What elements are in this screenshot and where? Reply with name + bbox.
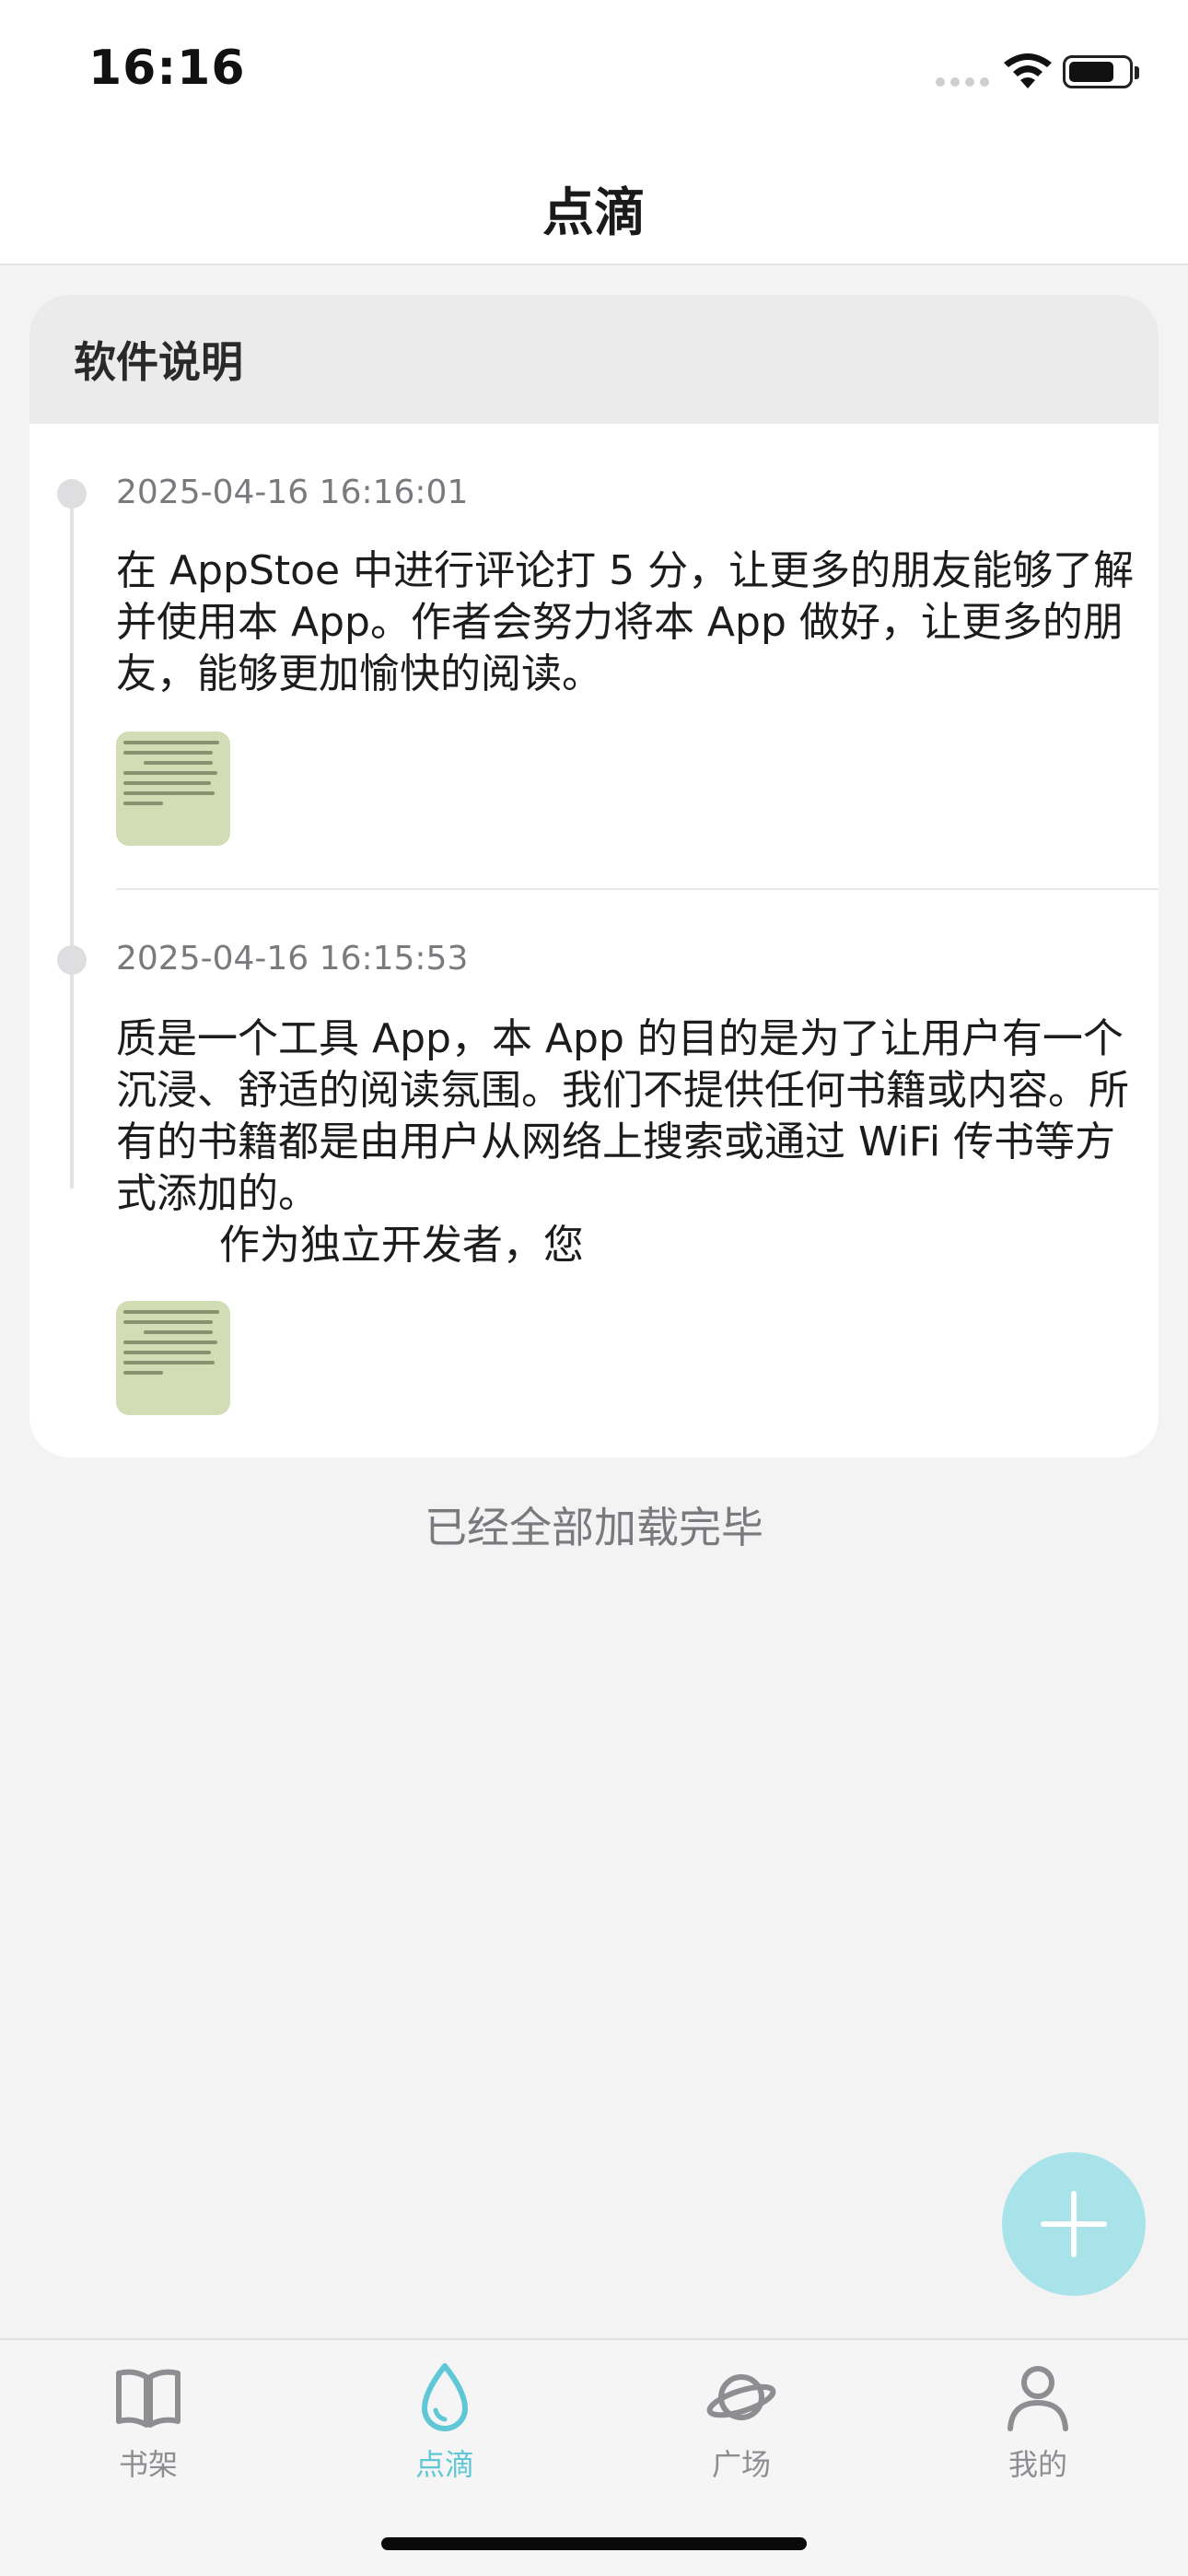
tab-square[interactable]: 广场 bbox=[668, 2360, 815, 2484]
tab-bookshelf[interactable]: 书架 bbox=[75, 2360, 222, 2484]
battery-icon bbox=[1063, 55, 1139, 88]
entry-thumbnail[interactable] bbox=[116, 732, 230, 846]
planet-icon bbox=[706, 2374, 776, 2420]
load-complete-text: 已经全部加载完毕 bbox=[425, 1503, 763, 1552]
card-header-title: 软件说明 bbox=[74, 337, 243, 387]
tab-label: 点滴 bbox=[414, 2447, 474, 2482]
card-header: 软件说明 bbox=[29, 295, 1159, 424]
entry-thumbnail[interactable] bbox=[116, 1301, 230, 1415]
entry-text: 质是一个工具 App，本 App 的目的是为了让用户有一个沉浸、舒适的阅读氛围。… bbox=[116, 1015, 1129, 1269]
drop-icon bbox=[422, 2363, 468, 2431]
tab-profile[interactable]: 我的 bbox=[964, 2360, 1112, 2484]
add-note-button[interactable] bbox=[1002, 2152, 1146, 2296]
status-bar: 16:16 bbox=[0, 0, 1188, 138]
home-indicator bbox=[381, 2537, 807, 2550]
notes-card: 软件说明 2025-04-16 16:16:01 在 AppStoe 中进行评论… bbox=[29, 295, 1159, 1458]
entry-timestamp: 2025-04-16 16:16:01 bbox=[116, 474, 469, 511]
person-icon bbox=[1007, 2366, 1068, 2431]
tab-label: 书架 bbox=[118, 2447, 178, 2482]
tab-label: 广场 bbox=[711, 2447, 771, 2482]
wifi-icon bbox=[1004, 53, 1052, 88]
page-title: 点滴 bbox=[542, 183, 646, 243]
cellular-signal-icon bbox=[936, 77, 989, 87]
entry-divider bbox=[116, 888, 1159, 890]
app-screen: 16:16 点滴 软件说明 2025-04-16 16:16:01 在 AppS… bbox=[0, 0, 1188, 2576]
book-icon bbox=[116, 2369, 181, 2428]
entry-timestamp: 2025-04-16 16:15:53 bbox=[116, 940, 469, 978]
timeline-dot bbox=[57, 945, 87, 975]
entry-text: 在 AppStoe 中进行评论打 5 分，让更多的朋友能够了解并使用本 App。… bbox=[116, 547, 1135, 697]
tab-label: 我的 bbox=[1007, 2447, 1067, 2482]
timeline-dot bbox=[57, 479, 87, 509]
status-time: 16:16 bbox=[88, 41, 246, 96]
navigation-bar: 点滴 bbox=[0, 138, 1188, 265]
tab-notes[interactable]: 点滴 bbox=[371, 2360, 518, 2484]
timeline-line bbox=[70, 498, 74, 1188]
